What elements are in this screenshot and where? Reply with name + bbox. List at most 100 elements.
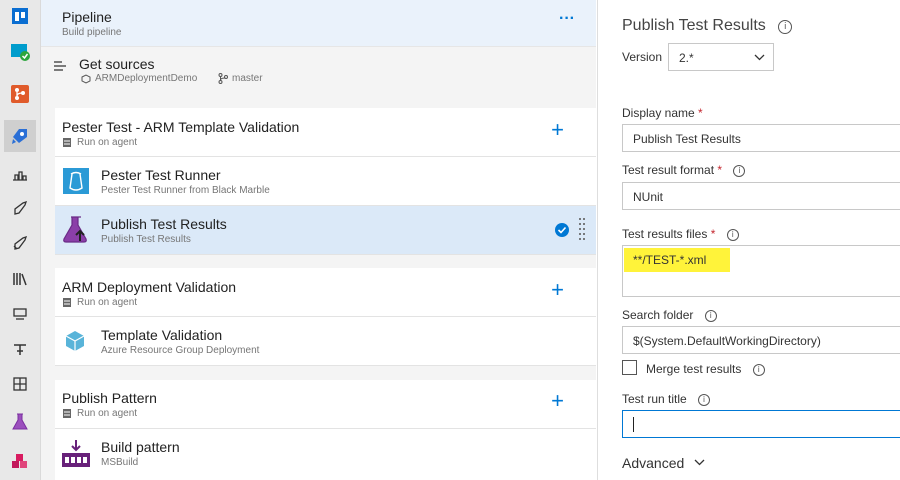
job-header[interactable]: Pester Test - ARM Template Validation Ru…: [55, 108, 596, 157]
display-name-input[interactable]: Publish Test Results: [622, 124, 900, 152]
task-subtitle: MSBuild: [101, 457, 139, 468]
advanced-section-toggle[interactable]: Advanced: [622, 455, 705, 471]
repo-icon: [81, 74, 91, 84]
builds-icon[interactable]: [4, 158, 36, 190]
pipeline-subtitle: Build pipeline: [62, 27, 122, 38]
files-value: **/TEST-*.xml: [633, 253, 707, 267]
format-value: NUnit: [633, 190, 664, 204]
info-icon[interactable]: i: [704, 310, 717, 322]
display-name-label-text: Display name: [622, 106, 695, 120]
version-select[interactable]: 2.*: [668, 43, 774, 71]
task-row-selected[interactable]: Publish Test Results Publish Test Result…: [55, 206, 596, 255]
text-caret: [633, 417, 634, 432]
pester-icon: [63, 168, 89, 194]
task-properties-panel: Publish Test Results i Version 2.* Displ…: [597, 0, 900, 480]
run-title-label-text: Test run title: [622, 392, 687, 406]
job-header[interactable]: ARM Deployment Validation Run on agent +: [55, 268, 596, 317]
panel-title-text: Publish Test Results: [622, 17, 766, 34]
branch-name: master: [232, 73, 263, 84]
task-groups-icon[interactable]: [4, 298, 36, 330]
format-label-text: Test result format: [622, 163, 715, 177]
test-results-files-label: Test results files * i: [622, 227, 739, 241]
repo-name: ARMDeploymentDemo: [95, 73, 198, 84]
agent-icon: [63, 138, 71, 147]
grid-icon[interactable]: [4, 368, 36, 400]
info-icon[interactable]: i: [752, 364, 765, 376]
add-task-button[interactable]: +: [551, 117, 564, 143]
pipeline-title: Pipeline: [62, 9, 112, 25]
version-value: 2.*: [679, 51, 694, 65]
task-row[interactable]: Pester Test Runner Pester Test Runner fr…: [55, 157, 596, 206]
task-row[interactable]: Build pattern MSBuild: [55, 429, 596, 480]
job-title: ARM Deployment Validation: [62, 279, 237, 295]
info-icon[interactable]: i: [698, 394, 711, 406]
info-icon[interactable]: i: [778, 20, 793, 34]
left-nav-rail: [0, 0, 41, 480]
task-title: Build pattern: [101, 439, 180, 455]
chevron-down-icon: [754, 54, 765, 61]
test-result-format-label: Test result format * i: [622, 163, 746, 177]
job-title: Pester Test - ARM Template Validation: [62, 119, 300, 135]
required-marker: *: [717, 163, 723, 177]
pipeline-header[interactable]: Pipeline Build pipeline ···: [41, 0, 596, 47]
pipeline-tree: Pipeline Build pipeline ··· Get sources …: [41, 0, 596, 480]
boards-icon[interactable]: [4, 0, 36, 32]
flask-icon: [63, 216, 87, 243]
search-folder-input[interactable]: $(System.DefaultWorkingDirectory): [622, 326, 900, 354]
panel-title: Publish Test Results i: [622, 17, 793, 35]
get-sources-title: Get sources: [79, 56, 155, 72]
more-options-button[interactable]: ···: [559, 10, 575, 28]
agent-icon: [63, 298, 71, 307]
job-header[interactable]: Publish Pattern Run on agent +: [55, 380, 596, 429]
agent-icon: [63, 409, 71, 418]
search-folder-label: Search folder i: [622, 308, 717, 322]
library-icon[interactable]: [4, 263, 36, 295]
task-row[interactable]: Template Validation Azure Resource Group…: [55, 317, 596, 366]
add-task-button[interactable]: +: [551, 388, 564, 414]
task-subtitle: Publish Test Results: [101, 234, 191, 245]
test-plans-icon[interactable]: [4, 406, 36, 438]
branch-icon: [218, 73, 228, 84]
pipeline-header-bg: [41, 0, 596, 46]
test-results-files-textarea[interactable]: **/TEST-*.xml: [622, 245, 900, 297]
test-run-title-input[interactable]: [622, 410, 900, 438]
deployment-groups-icon[interactable]: [4, 333, 36, 365]
job-subtitle: Run on agent: [77, 408, 138, 419]
releases-icon[interactable]: [4, 193, 36, 225]
repos-icon[interactable]: [4, 78, 36, 110]
merge-label: Merge test results i: [646, 362, 765, 376]
msbuild-icon: [62, 440, 90, 467]
display-name-value: Publish Test Results: [633, 132, 741, 146]
drag-handle-icon[interactable]: [578, 217, 586, 243]
task-title: Pester Test Runner: [101, 167, 221, 183]
pipelines-icon[interactable]: [4, 120, 36, 152]
get-sources-row[interactable]: Get sources ARMDeploymentDemo master: [41, 46, 596, 94]
test-result-format-select[interactable]: NUnit: [622, 182, 900, 210]
info-icon[interactable]: i: [733, 165, 746, 177]
sources-icon: [54, 61, 66, 71]
info-icon[interactable]: i: [726, 229, 739, 241]
required-marker: *: [710, 227, 716, 241]
add-task-button[interactable]: +: [551, 277, 564, 303]
check-circle-icon: [555, 223, 569, 237]
advanced-label: Advanced: [622, 455, 685, 471]
files-label-text: Test results files: [622, 227, 708, 241]
artifacts-icon[interactable]: [4, 446, 36, 478]
display-name-label: Display name *: [622, 106, 703, 120]
task-subtitle: Azure Resource Group Deployment: [101, 345, 260, 356]
task-title: Template Validation: [101, 327, 223, 343]
version-label: Version: [622, 50, 663, 64]
task-subtitle: Pester Test Runner from Black Marble: [101, 185, 270, 196]
deployments-icon[interactable]: [4, 228, 36, 260]
job-title: Publish Pattern: [62, 390, 157, 406]
cube-icon: [65, 331, 85, 351]
test-run-title-label: Test run title i: [622, 392, 711, 406]
merge-label-text: Merge test results: [646, 362, 742, 376]
required-marker: *: [698, 106, 703, 120]
job-subtitle: Run on agent: [77, 137, 138, 148]
work-items-icon[interactable]: [4, 36, 36, 68]
job-subtitle: Run on agent: [77, 297, 138, 308]
merge-checkbox[interactable]: [622, 360, 637, 375]
chevron-down-icon: [694, 459, 705, 466]
folder-label-text: Search folder: [622, 308, 694, 322]
